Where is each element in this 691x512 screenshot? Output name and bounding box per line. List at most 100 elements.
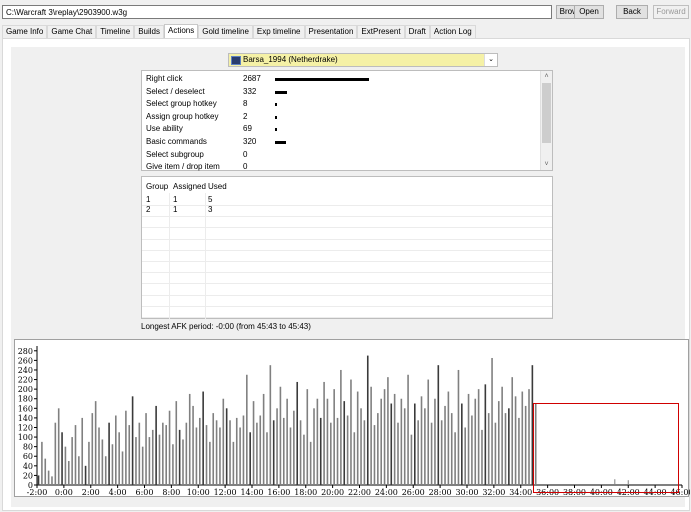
chart-bar <box>474 398 477 485</box>
chart-bar <box>41 441 43 485</box>
scrollbar-thumb[interactable] <box>542 83 551 143</box>
tab-draft[interactable]: Draft <box>404 25 430 38</box>
x-tick-label: 14:00 <box>240 488 263 497</box>
chart-bar <box>178 429 181 485</box>
player-select-dropdown[interactable]: Barsa_1994 (Netherdrake) ⌄ <box>228 53 498 67</box>
x-tick-label: 6:00 <box>136 488 154 497</box>
chart-bar <box>118 432 120 485</box>
table-cell: 5 <box>208 195 213 204</box>
chart-bar <box>410 434 413 485</box>
y-tick-label: 180 <box>18 395 33 404</box>
chart-bar <box>128 425 131 485</box>
chart-bar <box>175 401 178 485</box>
chart-bar <box>188 393 191 485</box>
back-button[interactable]: Back <box>616 5 648 19</box>
y-tick-label: 240 <box>18 366 33 375</box>
chart-bar <box>427 379 430 485</box>
tab-actions[interactable]: Actions <box>164 24 199 38</box>
chart-bar <box>205 425 208 485</box>
netherdrake-race-icon <box>231 56 241 65</box>
table-row-divider <box>142 317 552 318</box>
chart-bar <box>464 427 466 485</box>
chart-bar <box>249 432 251 485</box>
chart-bar <box>57 408 60 485</box>
action-row[interactable]: Select subgroup 0 <box>142 149 540 162</box>
chart-bar <box>135 437 137 485</box>
tab-strip: Game Info Game Chat Timeline Builds Actions G… <box>2 24 476 38</box>
chart-bar <box>487 413 490 485</box>
chart-bar <box>471 415 473 485</box>
tab-timeline[interactable]: Timeline <box>96 25 135 38</box>
action-row[interactable]: Basic commands 320 <box>142 136 540 149</box>
chart-bar <box>37 475 40 485</box>
action-count-bar <box>275 103 277 107</box>
chart-bar <box>215 420 218 485</box>
chart-bar <box>47 470 50 485</box>
chart-bar <box>484 384 487 485</box>
table-column-divider <box>205 193 206 319</box>
chart-bar <box>148 437 151 485</box>
afk-highlight-box <box>533 403 679 493</box>
replay-path-input[interactable]: C:\Warcraft 3\replay\2903900.w3g <box>2 5 552 19</box>
forward-button[interactable]: Forward <box>653 5 689 19</box>
action-count-bar <box>275 115 277 119</box>
chart-bar <box>225 408 228 485</box>
chart-bar <box>356 391 359 485</box>
tab-extpresent[interactable]: ExtPresent <box>357 25 405 38</box>
chart-bar <box>457 369 460 485</box>
chart-bar <box>185 422 188 485</box>
x-tick-label: 22:00 <box>348 488 371 497</box>
tab-gold-timeline[interactable]: Gold timeline <box>198 25 253 38</box>
y-tick-label: 80 <box>23 443 33 452</box>
x-tick-label: 30:00 <box>455 488 478 497</box>
chart-bar <box>212 413 215 485</box>
action-row[interactable]: Select / deselect 332 <box>142 86 540 99</box>
chart-bar <box>511 377 514 485</box>
chart-bar <box>279 386 282 485</box>
chart-bar <box>229 420 231 485</box>
chart-bar <box>131 396 134 485</box>
action-row[interactable]: Right click 2687 <box>142 73 540 86</box>
action-count-bar <box>275 141 286 144</box>
chart-bar <box>521 391 524 485</box>
chart-bar <box>219 427 221 485</box>
chart-bar <box>313 408 315 485</box>
tab-action-log[interactable]: Action Log <box>429 25 476 38</box>
x-tick-label: -2:00 <box>27 488 48 497</box>
table-row-divider <box>142 272 552 274</box>
y-tick-label: 120 <box>18 423 33 432</box>
action-row[interactable]: Use ability 69 <box>142 123 540 136</box>
tab-presentation[interactable]: Presentation <box>304 25 358 38</box>
table-cell: 2 <box>146 205 151 214</box>
chart-bar <box>74 425 77 485</box>
table-cell: 1 <box>173 205 178 214</box>
table-header-cell[interactable]: Used <box>208 182 227 191</box>
chart-bar <box>289 427 292 485</box>
tab-game-chat[interactable]: Game Chat <box>47 25 97 38</box>
chart-bar <box>269 365 272 485</box>
chevron-down-icon[interactable]: ⌄ <box>484 54 497 66</box>
action-row[interactable]: Select group hotkey 8 <box>142 98 540 111</box>
open-button[interactable]: Open <box>574 5 604 19</box>
table-header-cell[interactable]: Assigned <box>173 182 206 191</box>
group-hotkeys-table: Group Assigned Used 1 1 5 2 1 3 <box>141 176 553 319</box>
chart-bar <box>377 413 379 485</box>
tab-builds[interactable]: Builds <box>134 25 164 38</box>
chart-bar <box>81 417 84 485</box>
table-row-divider <box>142 294 552 296</box>
scroll-up-arrow-icon[interactable]: ˄ <box>541 71 552 82</box>
tab-game-info[interactable]: Game Info <box>2 25 48 38</box>
chart-bar <box>454 432 456 485</box>
tab-exp-timeline[interactable]: Exp timeline <box>252 25 305 38</box>
chart-bar <box>450 413 453 485</box>
chart-bar <box>518 417 520 485</box>
scroll-down-arrow-icon[interactable]: ˅ <box>541 159 552 170</box>
actions-list[interactable]: ˄ ˅ Right click 2687 Select / deselect 332 S… <box>141 70 553 171</box>
action-row[interactable]: Give item / drop item 0 <box>142 161 540 174</box>
chart-bar <box>246 374 248 485</box>
actions-list-scrollbar[interactable]: ˄ ˅ <box>540 71 552 170</box>
chart-bar <box>340 369 342 485</box>
chart-bar <box>235 417 238 485</box>
action-row[interactable]: Assign group hotkey 2 <box>142 111 540 124</box>
table-header-cell[interactable]: Group <box>146 182 168 191</box>
